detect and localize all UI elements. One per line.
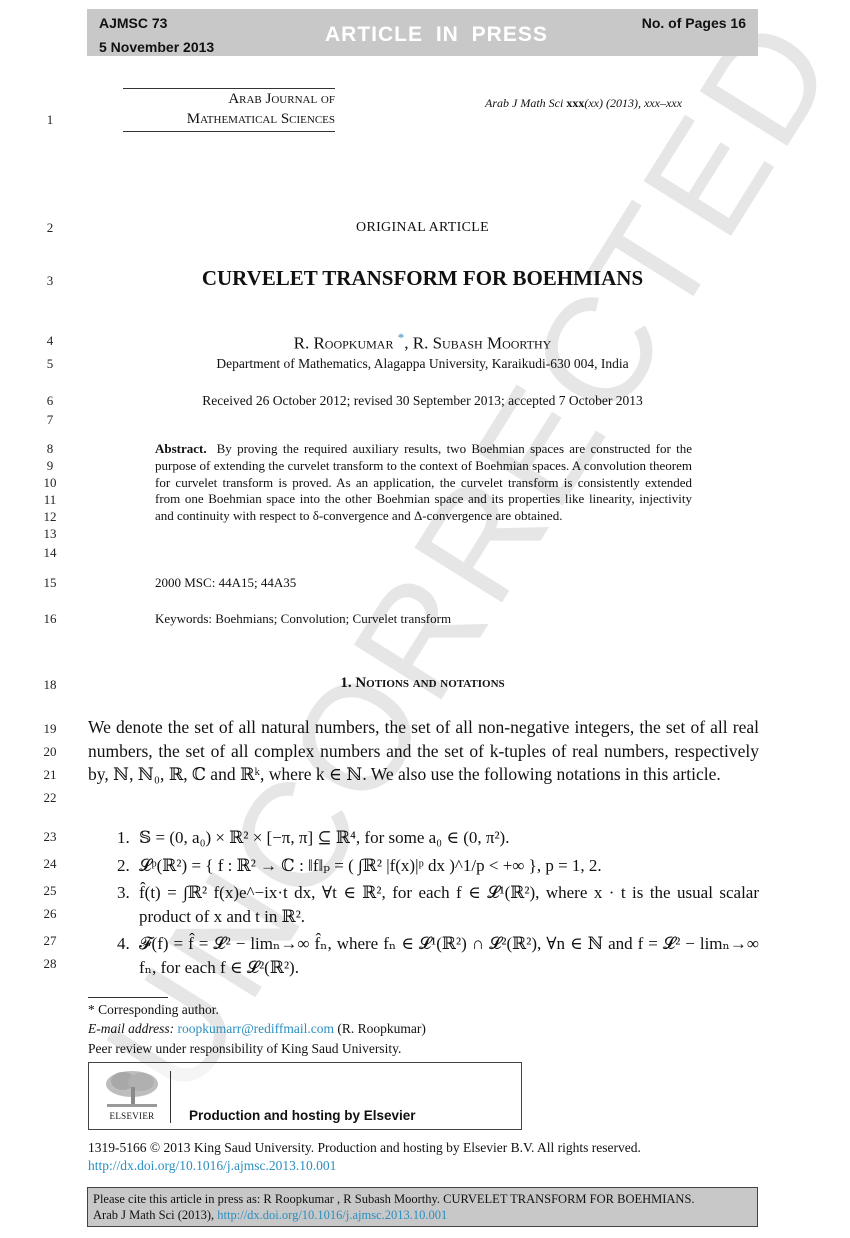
line-number: 11 [43, 492, 57, 507]
line-number: 18 [43, 677, 57, 692]
line-number: 6 [46, 393, 54, 408]
article-title: CURVELET TRANSFORM FOR BOEHMIANS [201, 266, 644, 290]
corresponding-note: * Corresponding author. [88, 1002, 219, 1017]
line-number: 3 [46, 273, 54, 288]
line-number: 8 [46, 441, 54, 456]
line-number: 1 [46, 112, 54, 127]
line-number: 12 [43, 509, 57, 524]
keywords: Keywords: Boehmians; Convolution; Curvel… [155, 611, 452, 626]
line-number: 7 [46, 412, 54, 427]
line-number: 16 [43, 611, 57, 626]
line-number: 28 [43, 956, 57, 971]
line-number: 24 [43, 856, 57, 871]
page-count: No. of Pages 16 [641, 15, 746, 31]
notation-list: 1. 𝕊 = (0, a₀) × ℝ² × [−π, π] ⊆ ℝ⁴, for s… [117, 826, 759, 979]
footnote-rule [88, 997, 168, 998]
journal-citation: Arab J Math Sci xxx(xx) (2013), xxx–xxx [485, 96, 682, 110]
notation-item: 2. 𝓛ᵖ(ℝ²) = { f : ℝ² → ℂ : ‖f‖ₚ = ( ∫ℝ² |… [117, 855, 602, 875]
logo-divider [170, 1071, 171, 1123]
line-number: 22 [43, 790, 57, 805]
line-number: 9 [46, 458, 54, 473]
header-date: 5 November 2013 [99, 39, 215, 55]
email-link[interactable]: roopkumarr@rediffmail.com [178, 1021, 335, 1036]
line-number: 21 [43, 767, 57, 782]
line-number: 20 [43, 744, 57, 759]
email-note: E-mail address: roopkumarr@rediffmail.co… [88, 1021, 426, 1036]
article-dates: Received 26 October 2012; revised 30 Sep… [202, 393, 643, 408]
hosting-text: Production and hosting by Elsevier [189, 1108, 416, 1123]
section-heading: 1. Notions and notations [340, 675, 505, 691]
elsevier-logo-text: ELSEVIER [109, 1111, 155, 1121]
line-number: 10 [43, 475, 57, 490]
line-number: 26 [43, 906, 57, 921]
line-number: 2 [46, 220, 54, 235]
elsevier-tree-logo-icon [106, 1071, 158, 1107]
cite-doi-link[interactable]: http://dx.doi.org/10.1016/j.ajmsc.2013.1… [217, 1208, 447, 1222]
line-number: 13 [43, 526, 57, 541]
journal-name: Arab Journal of Mathematical Sciences [123, 88, 335, 132]
copyright: 1319-5166 © 2013 King Saud University. P… [88, 1140, 641, 1155]
line-number: 25 [43, 883, 57, 898]
notation-item: 1. 𝕊 = (0, a₀) × ℝ² × [−π, π] ⊆ ℝ⁴, for s… [117, 828, 510, 847]
manuscript-code: AJMSC 73 [99, 15, 168, 31]
line-number: 15 [43, 575, 57, 590]
notation-item: 4. 𝓕(f) = f̂ = 𝓛² − limₙ→∞ f̂ₙ, where fₙ … [117, 934, 759, 977]
article-type: ORIGINAL ARTICLE [356, 220, 489, 235]
line-number: 4 [46, 333, 54, 348]
peer-review-note: Peer review under responsibility of King… [88, 1041, 402, 1056]
cite-box: Please cite this article in press as: R … [87, 1187, 758, 1227]
abstract: Abstract. By proving the required auxilia… [155, 441, 692, 525]
line-number: 27 [43, 933, 57, 948]
article-status: ARTICLE IN PRESS [325, 23, 548, 46]
notation-item: 3. f̂(t) = ∫ℝ² f(x)e^−ix·t dx, ∀t ∈ ℝ², f… [117, 883, 759, 926]
publisher-box: ELSEVIER Production and hosting by Elsev… [88, 1062, 522, 1130]
header-bar: AJMSC 73 5 November 2013 ARTICLE IN PRES… [87, 9, 758, 56]
line-number: 5 [46, 356, 54, 371]
doi-link[interactable]: http://dx.doi.org/10.1016/j.ajmsc.2013.1… [88, 1158, 336, 1174]
line-number: 14 [43, 545, 57, 560]
abstract-label: Abstract. [155, 441, 207, 456]
line-number: 19 [43, 721, 57, 736]
msc-codes: 2000 MSC: 44A15; 44A35 [155, 575, 297, 590]
author-2: , R. Subash Moorthy [404, 333, 552, 353]
intro-paragraph: We denote the set of all natural numbers… [88, 717, 759, 784]
abstract-text: By proving the required auxiliary result… [155, 441, 692, 524]
affiliation: Department of Mathematics, Alagappa Univ… [216, 356, 629, 371]
author-1: R. Roopkumar [293, 333, 394, 353]
author-list: R. Roopkumar *, R. Subash Moorthy [87, 330, 758, 354]
line-number: 23 [43, 829, 57, 844]
